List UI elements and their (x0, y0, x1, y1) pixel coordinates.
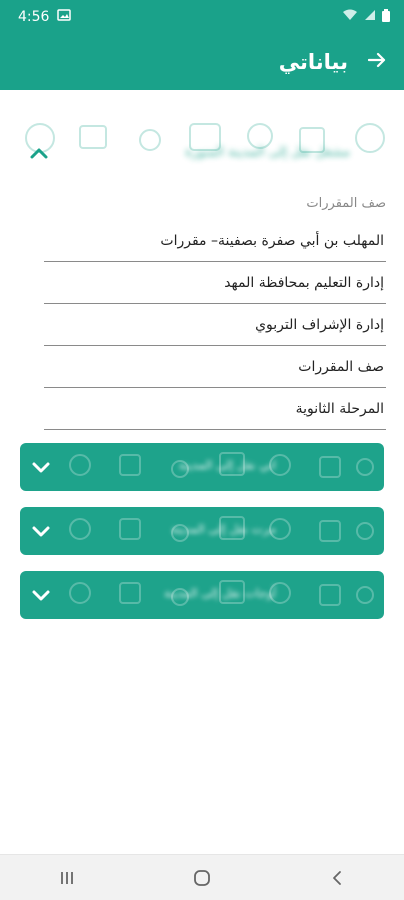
card-title: أوجات نقل إلى المدينة (163, 586, 276, 600)
field-education-admin: إدارة التعليم بمحافظة المهد (44, 262, 386, 304)
wifi-icon (342, 9, 358, 25)
battery-icon (382, 8, 390, 26)
signal-icon (364, 9, 376, 25)
chevron-down-icon[interactable] (30, 520, 52, 542)
card-title: اتي نقل إلى المدينة (178, 458, 276, 472)
back-button[interactable] (317, 863, 357, 893)
chevron-down-icon[interactable] (30, 456, 52, 478)
field-stage: المرحلة الثانوية (44, 388, 386, 430)
gallery-notification-icon (57, 9, 72, 25)
chevron-down-icon[interactable] (30, 584, 52, 606)
collapsed-card[interactable]: اتي نقل إلى المدينة (20, 443, 384, 491)
status-time: 4:56 (18, 9, 50, 25)
field-label: صف المقررات (306, 196, 386, 211)
collapsed-card[interactable]: أوجات نقل إلى المدينة (20, 571, 384, 619)
section-header-expanded[interactable]: مشغل نقل إلى المدينة المنورة (18, 125, 386, 187)
collapsed-card[interactable]: مرت نقل إلى المدينة (20, 507, 384, 555)
arrow-right-icon[interactable] (367, 51, 386, 73)
home-button[interactable] (182, 863, 222, 893)
system-nav-bar (0, 854, 404, 900)
chevron-up-icon[interactable] (28, 143, 50, 165)
section-title: مشغل نقل إلى المدينة المنورة (185, 145, 350, 160)
card-title: مرت نقل إلى المدينة (171, 522, 276, 536)
app-bar: بياناتي (0, 34, 404, 90)
page-title: بياناتي (278, 50, 348, 74)
field-class-value: صف المقررات (298, 358, 384, 375)
field-supervision-value: إدارة الإشراف التربوي (255, 316, 384, 333)
field-school: المهلب بن أبي صفرة بصفينة– مقررات (44, 220, 386, 262)
status-bar: 4:56 (0, 0, 404, 34)
field-education-admin-value: إدارة التعليم بمحافظة المهد (224, 274, 384, 291)
field-supervision: إدارة الإشراف التربوي (44, 304, 386, 346)
field-school-value: المهلب بن أبي صفرة بصفينة– مقررات (160, 232, 384, 249)
recents-button[interactable] (47, 863, 87, 893)
field-stage-value: المرحلة الثانوية (295, 400, 384, 417)
field-class: صف المقررات (44, 346, 386, 388)
